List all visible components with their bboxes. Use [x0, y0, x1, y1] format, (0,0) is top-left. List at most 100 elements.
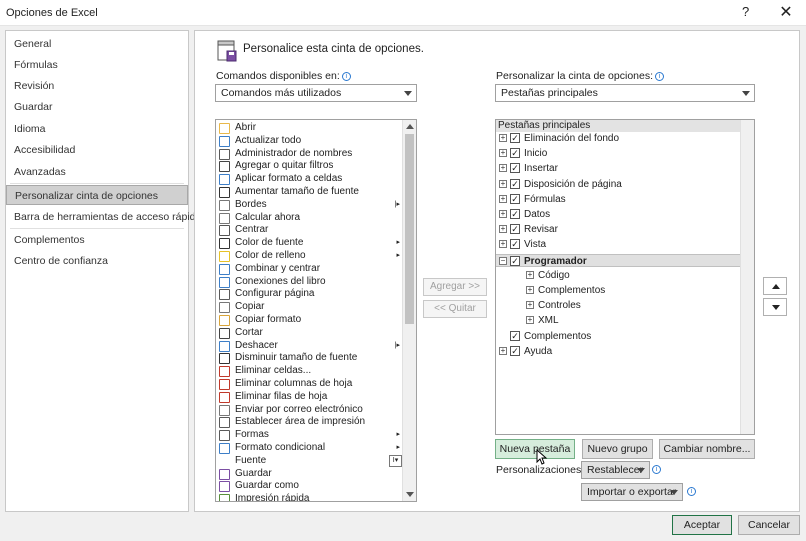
nav-item[interactable]: Complementos: [6, 230, 188, 250]
nav-item[interactable]: Personalizar cinta de opciones: [6, 185, 188, 205]
command-item[interactable]: Disminuir tamaño de fuente: [216, 352, 402, 365]
nav-item[interactable]: Idioma: [6, 119, 188, 139]
command-item[interactable]: Abrir: [216, 122, 402, 135]
command-item[interactable]: Aumentar tamaño de fuente: [216, 186, 402, 199]
command-item[interactable]: Deshacer |▸: [216, 340, 402, 353]
available-commands-combo[interactable]: Comandos más utilizados: [215, 84, 417, 102]
command-item[interactable]: Enviar por correo electrónico: [216, 404, 402, 417]
command-item[interactable]: Agregar o quitar filtros: [216, 160, 402, 173]
nav-item[interactable]: Centro de confianza: [6, 251, 188, 271]
command-item[interactable]: Eliminar columnas de hoja: [216, 378, 402, 391]
command-item[interactable]: Copiar formato: [216, 314, 402, 327]
tab-checkbox[interactable]: ✓: [510, 239, 520, 250]
command-item[interactable]: Formas ▸: [216, 429, 402, 442]
ribbon-group-node[interactable]: + XML: [496, 314, 740, 327]
expand-icon[interactable]: +: [499, 346, 507, 355]
nav-item[interactable]: Avanzadas: [6, 162, 188, 182]
ribbon-tab-node[interactable]: + ✓ Insertar: [496, 162, 740, 175]
ribbon-tab-node[interactable]: + ✓ Revisar: [496, 223, 740, 236]
new-group-button[interactable]: Nuevo grupo: [582, 439, 653, 459]
tab-checkbox[interactable]: ✓: [510, 345, 520, 356]
scroll-down-icon[interactable]: [406, 492, 414, 497]
command-item[interactable]: Impresión rápida: [216, 493, 402, 501]
expand-icon[interactable]: +: [499, 194, 507, 203]
add-button[interactable]: Agregar >>: [423, 278, 487, 296]
commands-list[interactable]: Abrir Actualizar todo Administrador de nom…: [215, 119, 417, 502]
nav-item[interactable]: Accesibilidad: [6, 140, 188, 160]
command-item[interactable]: Cortar: [216, 327, 402, 340]
ribbon-tab-node[interactable]: + ✓ Datos: [496, 208, 740, 221]
info-icon[interactable]: i: [341, 72, 351, 81]
command-item[interactable]: Guardar como: [216, 480, 402, 493]
scroll-up-icon[interactable]: [406, 124, 414, 129]
ribbon-tabs-combo[interactable]: Pestañas principales: [495, 84, 755, 102]
expand-icon[interactable]: +: [526, 301, 534, 310]
ribbon-group-node[interactable]: + Complementos: [496, 284, 740, 297]
tab-checkbox[interactable]: ✓: [510, 255, 520, 266]
rename-button[interactable]: Cambiar nombre...: [659, 439, 755, 459]
tab-checkbox[interactable]: ✓: [510, 133, 520, 143]
command-item[interactable]: Guardar: [216, 468, 402, 481]
close-button[interactable]: ✕: [776, 2, 796, 22]
command-item[interactable]: Color de fuente ▸: [216, 237, 402, 250]
remove-button[interactable]: << Quitar: [423, 300, 487, 318]
nav-item[interactable]: General: [6, 34, 188, 54]
command-item[interactable]: Centrar: [216, 224, 402, 237]
scroll-thumb[interactable]: [405, 134, 414, 324]
help-button[interactable]: ?: [742, 4, 749, 19]
nav-item[interactable]: Fórmulas: [6, 55, 188, 75]
command-item[interactable]: Configurar página: [216, 288, 402, 301]
command-item[interactable]: Aplicar formato a celdas: [216, 173, 402, 186]
expand-icon[interactable]: +: [499, 149, 507, 158]
ribbon-tab-node[interactable]: + ✓ Inicio: [496, 147, 740, 160]
reset-dropdown[interactable]: Restablecer: [581, 461, 650, 479]
ribbon-tab-node[interactable]: + ✓ Vista: [496, 238, 740, 251]
command-item[interactable]: Fuente I▾: [216, 454, 402, 468]
info-icon[interactable]: i: [655, 72, 665, 81]
ribbon-tab-node[interactable]: + ✓ Fórmulas: [496, 193, 740, 206]
tab-checkbox[interactable]: ✓: [510, 193, 520, 204]
command-item[interactable]: Actualizar todo: [216, 135, 402, 148]
ribbon-tree[interactable]: Pestañas principales + ✓ Eliminación del f…: [495, 119, 755, 435]
expand-icon[interactable]: +: [499, 210, 507, 218]
ribbon-tab-node[interactable]: + ✓ Ayuda: [496, 345, 740, 358]
command-item[interactable]: Formato condicional ▸: [216, 442, 402, 455]
tab-checkbox[interactable]: ✓: [510, 148, 520, 159]
tab-checkbox[interactable]: ✓: [510, 209, 520, 219]
command-item[interactable]: Eliminar celdas...: [216, 365, 402, 378]
tab-checkbox[interactable]: ✓: [510, 330, 520, 341]
command-item[interactable]: Color de relleno ▸: [216, 250, 402, 263]
command-item[interactable]: Copiar: [216, 301, 402, 314]
ribbon-group-node[interactable]: + Código: [496, 269, 740, 282]
tab-checkbox[interactable]: ✓: [510, 178, 520, 189]
tree-scrollbar[interactable]: [740, 120, 754, 434]
nav-item[interactable]: Revisión: [6, 76, 188, 96]
ribbon-tab-node[interactable]: + ✓ Disposición de página: [496, 178, 740, 191]
import-export-dropdown[interactable]: Importar o exportar: [581, 483, 683, 501]
nav-item[interactable]: Guardar: [6, 97, 188, 117]
expand-icon[interactable]: +: [499, 164, 507, 173]
ok-button[interactable]: Aceptar: [672, 515, 732, 535]
move-down-button[interactable]: [763, 298, 787, 316]
ribbon-tab-node[interactable]: + ✓ Eliminación del fondo: [496, 132, 740, 145]
collapse-icon[interactable]: −: [499, 256, 507, 265]
ribbon-tab-node[interactable]: ✓ Complementos: [496, 330, 740, 343]
command-item[interactable]: Administrador de nombres: [216, 148, 402, 161]
command-item[interactable]: Establecer área de impresión: [216, 416, 402, 429]
command-item[interactable]: Conexiones del libro: [216, 276, 402, 289]
command-item[interactable]: Calcular ahora: [216, 212, 402, 225]
commands-scrollbar[interactable]: [402, 120, 416, 501]
info-icon[interactable]: i: [652, 465, 661, 474]
tab-checkbox[interactable]: ✓: [510, 163, 520, 174]
expand-icon[interactable]: +: [526, 316, 534, 325]
ribbon-group-node[interactable]: + Controles: [496, 299, 740, 312]
command-item[interactable]: Combinar y centrar: [216, 263, 402, 276]
info-icon[interactable]: i: [687, 487, 696, 496]
nav-item[interactable]: Barra de herramientas de acceso rápido: [6, 207, 201, 227]
expand-icon[interactable]: +: [499, 179, 507, 188]
expand-icon[interactable]: +: [499, 240, 507, 249]
tab-checkbox[interactable]: ✓: [510, 224, 520, 235]
cancel-button[interactable]: Cancelar: [738, 515, 800, 535]
expand-icon[interactable]: +: [499, 225, 507, 234]
expand-icon[interactable]: +: [526, 286, 534, 294]
